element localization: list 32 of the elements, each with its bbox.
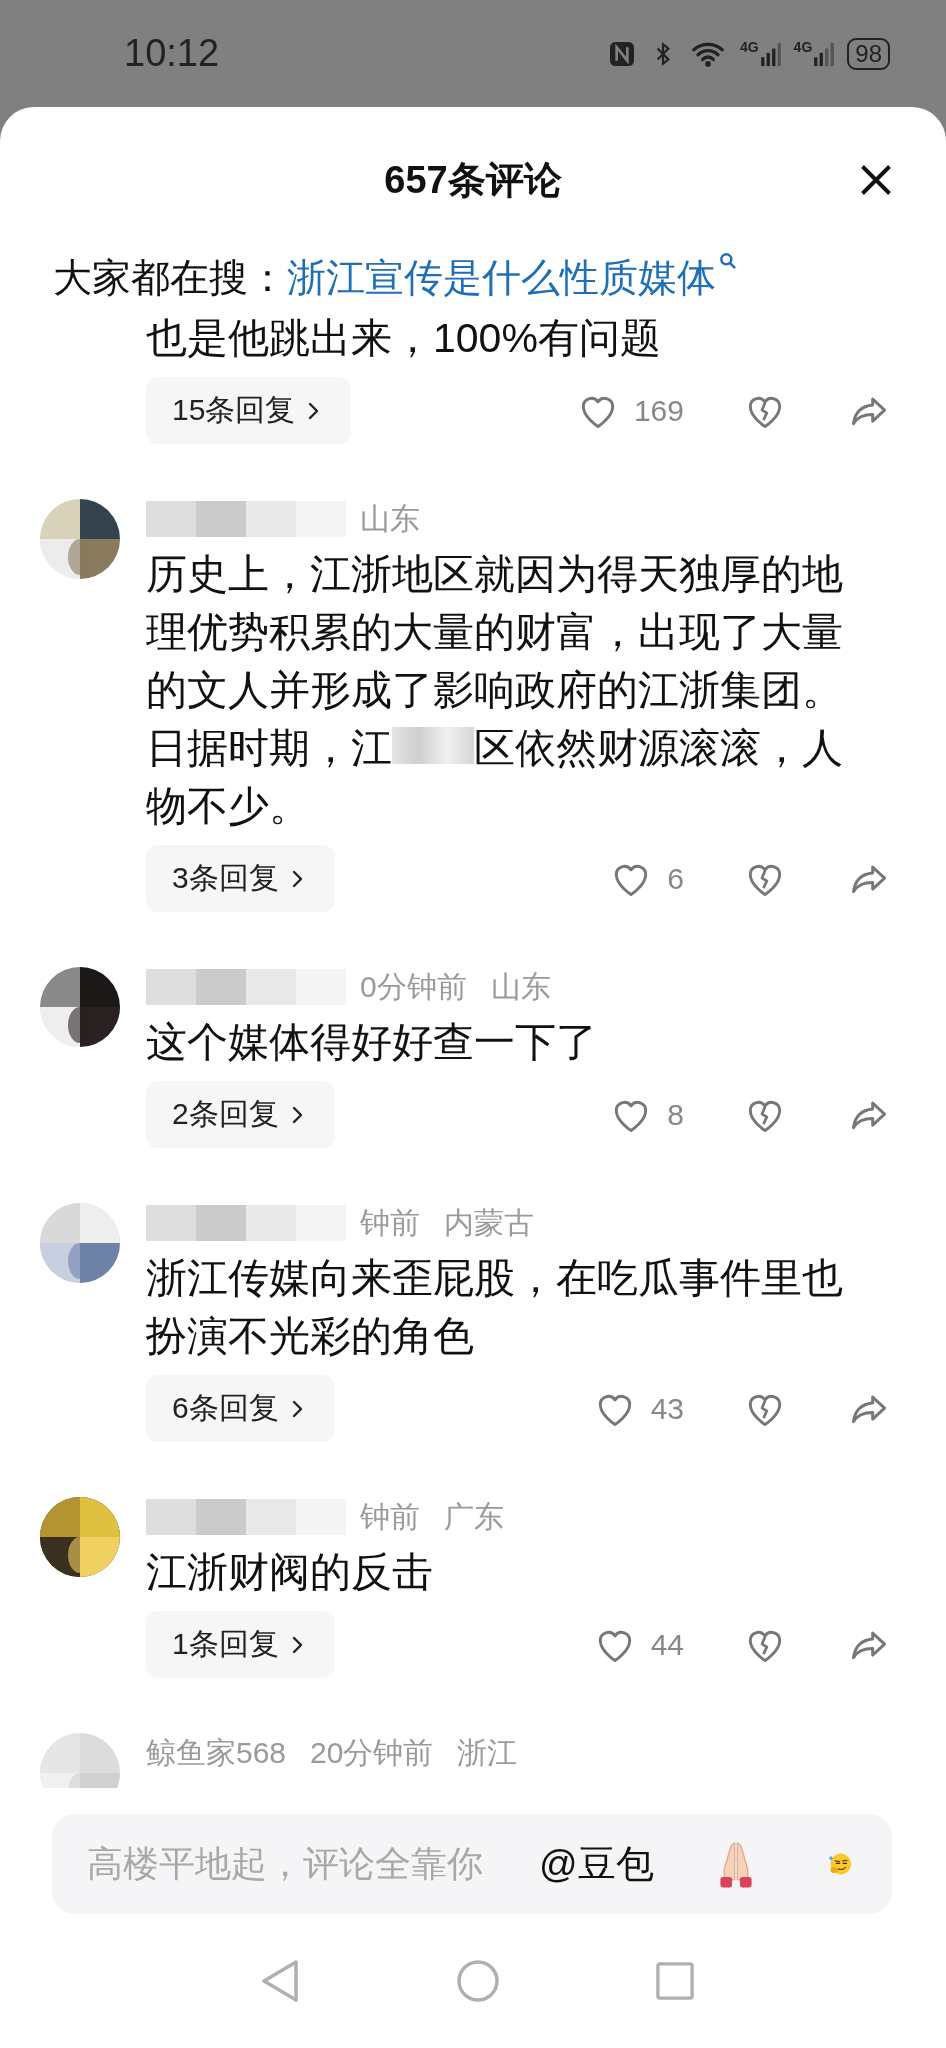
sheet-title: 657条评论 bbox=[384, 157, 562, 203]
username[interactable]: 鲸鱼家568 bbox=[146, 1732, 287, 1774]
comment-location: 浙江 bbox=[457, 1734, 518, 1771]
comment-time: 0分钟前 bbox=[360, 968, 467, 1005]
comment-text: 也是他跳出来，100%有问题 bbox=[146, 314, 662, 363]
comment-location: 广东 bbox=[444, 1498, 504, 1535]
comment-location: 山东 bbox=[490, 968, 551, 1005]
like-button[interactable]: 43 bbox=[592, 1386, 684, 1431]
comment-text: 浙江传媒向来歪屁股，在吃瓜事件里也扮演不光彩的角色 bbox=[146, 1254, 844, 1361]
comment-location: 内蒙古 bbox=[444, 1204, 534, 1241]
clock-time: 10:12 bbox=[124, 32, 221, 75]
like-button[interactable]: 6 bbox=[609, 856, 684, 901]
comment-text: 历史上，江浙地区就因为得天独厚的地理优势积累的大量的财富，出现了大量的文人并形成了影响政府的江浙集团。日据时期，江 区依然财源滚滚，人物不少。 bbox=[146, 550, 844, 831]
like-button[interactable]: 8 bbox=[609, 1092, 684, 1137]
like-button[interactable]: 169 bbox=[575, 388, 684, 433]
comment-text: 江浙财阀的反击 bbox=[146, 1548, 434, 1597]
like-button[interactable]: 44 bbox=[592, 1622, 684, 1667]
comment-time: 20分钟前 bbox=[310, 1734, 434, 1771]
trending-search-link[interactable]: 浙江宣传是什么性质媒体 bbox=[287, 251, 738, 305]
comment-text: 这个媒体得好好查一下了 bbox=[146, 1018, 598, 1067]
mention-chip[interactable]: @豆包 bbox=[539, 1838, 654, 1890]
replies-button[interactable]: 1条回复 bbox=[146, 1611, 335, 1678]
comment-location: 山东 bbox=[360, 500, 420, 537]
replies-button[interactable]: 3条回复 bbox=[146, 845, 335, 912]
replies-button[interactable]: 15条回复 bbox=[146, 377, 352, 444]
replies-button[interactable]: 2条回复 bbox=[146, 1081, 335, 1148]
comment-input-field[interactable]: 高楼平地起，评论全靠你 bbox=[85, 1842, 509, 1886]
comment-time: 钟前 bbox=[360, 1204, 420, 1241]
comment-time: 钟前 bbox=[360, 1498, 420, 1535]
replies-button[interactable]: 6条回复 bbox=[146, 1375, 335, 1442]
trending-label: 大家都在搜： bbox=[53, 255, 287, 301]
battery-indicator: 98 bbox=[847, 37, 890, 70]
